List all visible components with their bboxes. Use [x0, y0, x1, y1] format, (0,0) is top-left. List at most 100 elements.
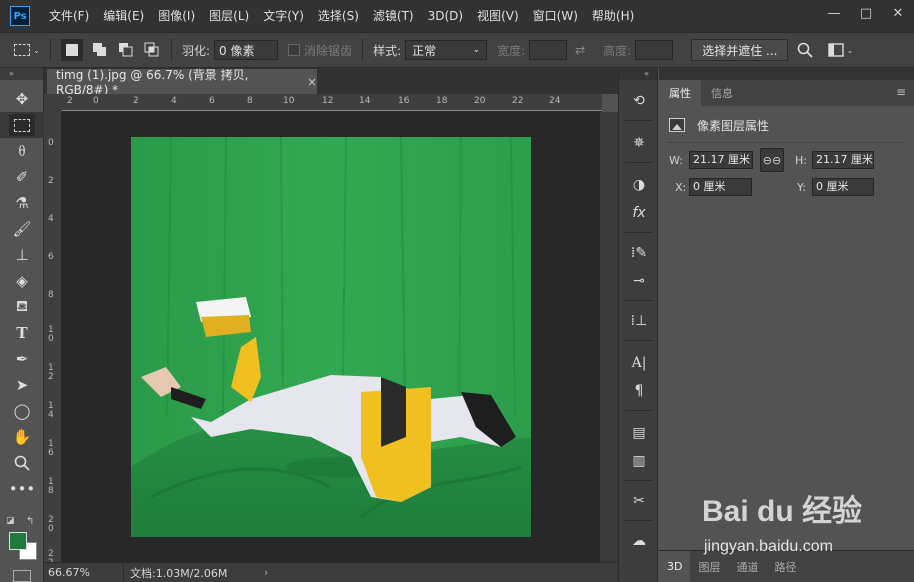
move-tool[interactable]: ✥ [0, 86, 44, 112]
character-icon[interactable]: A| [619, 350, 659, 376]
tab-channels[interactable]: 通道 [728, 551, 766, 582]
y-label: Y: [797, 181, 806, 194]
tab-3d[interactable]: 3D [659, 550, 691, 582]
horizontal-ruler[interactable]: 2 0 2 4 6 8 10 12 14 16 18 20 22 24 [62, 94, 602, 112]
menu-3d[interactable]: 3D(D) [421, 0, 470, 32]
quick-selection-tool[interactable]: ✐ [0, 164, 44, 190]
hand-tool[interactable]: ✋ [0, 424, 44, 450]
menu-layer[interactable]: 图层(L) [202, 0, 256, 32]
intersect-selection-icon[interactable] [143, 41, 161, 59]
pen-tool[interactable]: ✒ [0, 346, 44, 372]
document-size: 文档:1.03M/2.06M [130, 566, 228, 580]
menu-edit[interactable]: 编辑(E) [96, 0, 151, 32]
more-tools[interactable]: ••• [0, 476, 44, 502]
brush-presets-icon[interactable]: ⁞✎ [619, 240, 659, 266]
ruler-label: 0 [93, 96, 99, 106]
libraries-icon[interactable]: ☁ [619, 528, 659, 554]
lasso-tool[interactable]: ᦲ [0, 138, 44, 164]
menu-file[interactable]: 文件(F) [42, 0, 96, 32]
new-selection-icon[interactable] [61, 39, 83, 61]
ruler-label: 1 8 [48, 477, 54, 496]
ruler-label: 4 [171, 96, 177, 106]
menu-view[interactable]: 视图(V) [470, 0, 526, 32]
notes-icon[interactable]: ▥ [619, 448, 659, 474]
subtract-selection-icon[interactable] [117, 41, 135, 59]
quick-mask-icon[interactable] [13, 570, 31, 582]
clone-stamp-tool[interactable]: ⊥ [0, 242, 44, 268]
section-title-text: 像素图层属性 [697, 118, 770, 133]
eyedropper-tool[interactable]: ⚗ [0, 190, 44, 216]
panel-menu-icon[interactable]: ≡ [896, 85, 906, 99]
ruler-origin[interactable] [44, 94, 62, 112]
tab-properties[interactable]: 属性 [659, 80, 701, 106]
path-selection-tool[interactable]: ➤ [0, 372, 44, 398]
search-icon[interactable] [796, 41, 814, 59]
tab-info[interactable]: 信息 [701, 80, 743, 106]
glyphs-icon[interactable]: ▤ [619, 420, 659, 446]
tab-paths[interactable]: 路径 [766, 551, 804, 582]
workspace-switcher-icon[interactable]: ⌄ [826, 41, 854, 59]
x-field[interactable]: 0 厘米 [689, 178, 752, 196]
swap-colors-icon[interactable]: ↰ [26, 516, 34, 527]
menu-select[interactable]: 选择(S) [311, 0, 366, 32]
close-button[interactable]: ✕ [882, 0, 914, 26]
image-canvas[interactable] [131, 137, 531, 537]
ruler-label: 6 [48, 252, 54, 262]
menu-image[interactable]: 图像(I) [151, 0, 202, 32]
link-icon[interactable]: ⊖⊖ [760, 148, 784, 172]
tab-layers[interactable]: 图层 [690, 551, 728, 582]
menu-filter[interactable]: 滤镜(T) [366, 0, 421, 32]
menu-help[interactable]: 帮助(H) [585, 0, 641, 32]
separator [171, 39, 172, 61]
paint-bucket-tool[interactable]: ⛾ [0, 294, 44, 320]
menu-window[interactable]: 窗口(W) [526, 0, 585, 32]
width-input[interactable] [529, 40, 568, 60]
document-tab[interactable]: timg (1).jpg @ 66.7% (背景 拷贝, RGB/8#) * × [47, 68, 317, 97]
vertical-ruler[interactable]: 0 2 4 6 8 1 0 1 2 1 4 1 6 1 8 2 0 2 2 [44, 112, 62, 568]
eraser-tool[interactable]: ◈ [0, 268, 44, 294]
ruler-label: 1 6 [48, 439, 54, 458]
layers-tabs: 3D 图层 通道 路径 [659, 550, 914, 582]
history-icon[interactable]: ⟲ [619, 88, 659, 114]
adjustments-icon[interactable]: ◑ [619, 172, 659, 198]
style-select[interactable]: 正常 ⌄ [405, 40, 488, 60]
select-and-mask-button[interactable]: 选择并遮住 ... [691, 39, 789, 61]
menu-type[interactable]: 文字(Y) [256, 0, 311, 32]
rectangular-marquee-tool[interactable] [0, 112, 44, 138]
close-tab-icon[interactable]: × [307, 75, 317, 89]
collapse-arrows-icon[interactable] [659, 68, 914, 80]
feather-label: 羽化: [182, 43, 211, 58]
ellipse-icon: ◯ [13, 402, 31, 420]
add-selection-icon[interactable] [91, 41, 109, 59]
styles-fx-icon[interactable]: fx [619, 200, 659, 226]
zoom-tool[interactable] [0, 450, 44, 476]
zoom-level[interactable]: 66.67% [44, 562, 124, 582]
swap-arrows-icon[interactable]: ⇄ [571, 41, 589, 59]
antialias-checkbox[interactable] [288, 44, 301, 56]
maximize-button[interactable]: □ [850, 0, 882, 26]
foreground-color-swatch[interactable] [9, 532, 27, 550]
brush-tool[interactable]: 🖌 [0, 216, 44, 242]
minimize-button[interactable]: — [818, 0, 850, 26]
marquee-preset-icon[interactable]: ⌄ [14, 41, 40, 59]
navigator-icon[interactable]: ✵ [619, 130, 659, 156]
y-field[interactable]: 0 厘米 [812, 178, 874, 196]
brush-settings-icon[interactable]: ⊸ [619, 268, 659, 294]
height-field[interactable]: 21.17 厘米 [812, 151, 874, 169]
width-field[interactable]: 21.17 厘米 [689, 151, 753, 169]
collapse-arrows-icon[interactable]: » [0, 68, 43, 80]
ellipse-tool[interactable]: ◯ [0, 398, 44, 424]
status-menu-arrow-icon[interactable]: › [264, 566, 268, 579]
paragraph-icon[interactable]: ¶ [619, 378, 659, 404]
options-bar: ⌄ 羽化: 0 像素 消除锯齿 样式: 正常 ⌄ 宽度: ⇄ 高度: 选择并遮住… [0, 32, 914, 68]
collapse-arrows-icon[interactable]: « [619, 68, 657, 80]
vertical-scrollbar[interactable] [600, 112, 618, 562]
width-label: W: [669, 154, 683, 167]
ruler-label: 22 [512, 96, 524, 106]
clone-source-icon[interactable]: ⁞⊥ [619, 308, 659, 334]
feather-input[interactable]: 0 像素 [214, 40, 279, 60]
height-input[interactable] [635, 40, 674, 60]
type-tool[interactable]: T [0, 320, 44, 346]
tool-presets-icon[interactable]: ✂ [619, 488, 659, 514]
default-colors-icon[interactable]: ◪ [6, 516, 15, 526]
